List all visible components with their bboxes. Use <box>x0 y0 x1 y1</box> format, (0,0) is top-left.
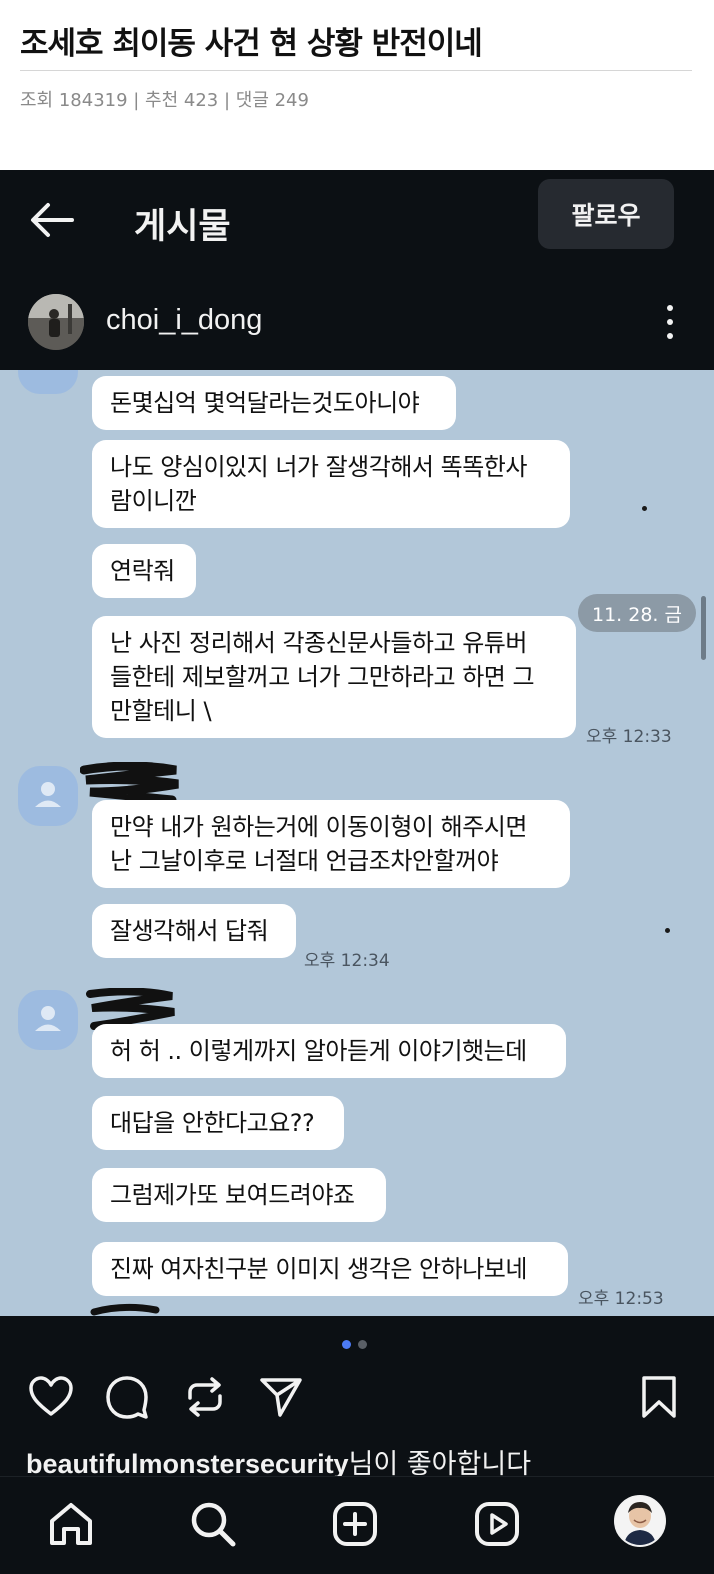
repost-icon[interactable] <box>182 1374 228 1420</box>
chat-screenshot: 돈몇십억 몇억달라는것도아니야 나도 양심이있지 너가 잘생각해서 똑똑한사 람… <box>0 370 714 1316</box>
person-icon <box>35 782 61 807</box>
message-time: 오후 12:53 <box>578 1289 664 1309</box>
liked-by-username[interactable]: beautifulmonstersecurity <box>26 1449 349 1479</box>
message-time: 오후 12:33 <box>586 727 672 747</box>
sender-avatar <box>18 990 78 1050</box>
chat-bubble: 대답을 안한다고요?? <box>92 1096 344 1150</box>
dot <box>665 928 670 933</box>
chat-bubble: 난 사진 정리해서 각종신문사들하고 유튜버 들한테 제보할꺼고 너가 그만하라… <box>92 616 576 738</box>
date-badge: 11. 28. 금 <box>578 594 696 632</box>
instagram-post-screenshot: 게시물 팔로우 choi_i_dong 돈몇십억 몇억달라는것도아니야 나도 양… <box>0 170 714 1574</box>
follow-button[interactable]: 팔로우 <box>538 179 674 249</box>
message-time: 오후 12:34 <box>304 951 390 971</box>
sender-avatar <box>18 766 78 826</box>
chat-bubble: 연락줘 <box>92 544 196 598</box>
post-actions <box>0 1366 714 1430</box>
home-icon[interactable] <box>46 1499 96 1549</box>
heart-icon[interactable] <box>28 1374 74 1420</box>
ig-user-row: choi_i_dong <box>0 280 714 370</box>
more-vertical-icon[interactable] <box>660 302 680 342</box>
profile-avatar[interactable] <box>614 1495 666 1547</box>
scrollbar <box>701 596 706 660</box>
redaction-scribble <box>90 1303 160 1316</box>
sender-avatar <box>18 370 78 394</box>
chat-bubble: 만약 내가 원하는거에 이동이형이 해주시면 난 그날이후로 너절대 언급조차안… <box>92 800 570 888</box>
send-icon[interactable] <box>258 1374 304 1420</box>
chat-bubble: 진짜 여자친구분 이미지 생각은 안하나보네 <box>92 1242 568 1296</box>
avatar[interactable] <box>28 294 84 350</box>
post-meta: 조회 184319 | 추천 423 | 댓글 249 <box>20 90 309 111</box>
chat-bubble: 돈몇십억 몇억달라는것도아니야 <box>92 376 456 430</box>
bookmark-icon[interactable] <box>636 1374 682 1420</box>
ig-top-bar: 게시물 팔로우 <box>0 170 714 270</box>
username[interactable]: choi_i_dong <box>106 304 262 337</box>
reels-icon[interactable] <box>472 1499 522 1549</box>
dot <box>642 506 647 511</box>
carousel-indicator <box>0 1336 714 1356</box>
arrow-left-icon[interactable] <box>28 200 76 240</box>
chat-bubble: 그럼제가또 보여드려야죠 <box>92 1168 386 1222</box>
post-title: 조세호 최이동 사건 현 상황 반전이네 <box>20 26 483 62</box>
divider <box>20 70 692 71</box>
chat-bubble: 나도 양심이있지 너가 잘생각해서 똑똑한사 람이니깐 <box>92 440 570 528</box>
person-icon <box>35 1006 61 1031</box>
ig-page-title: 게시물 <box>134 207 231 247</box>
chat-bubble: 잘생각해서 답줘 <box>92 904 296 958</box>
create-icon[interactable] <box>330 1499 380 1549</box>
comment-icon[interactable] <box>104 1374 150 1420</box>
search-icon[interactable] <box>188 1499 238 1549</box>
post-header: 조세호 최이동 사건 현 상황 반전이네 조회 184319 | 추천 423 … <box>0 0 714 170</box>
chat-bubble: 허 허 .. 이렇게까지 알아듣게 이야기햇는데 <box>92 1024 566 1078</box>
carousel-dot-active <box>342 1340 351 1349</box>
carousel-dot <box>358 1340 367 1349</box>
bottom-nav <box>0 1476 714 1574</box>
